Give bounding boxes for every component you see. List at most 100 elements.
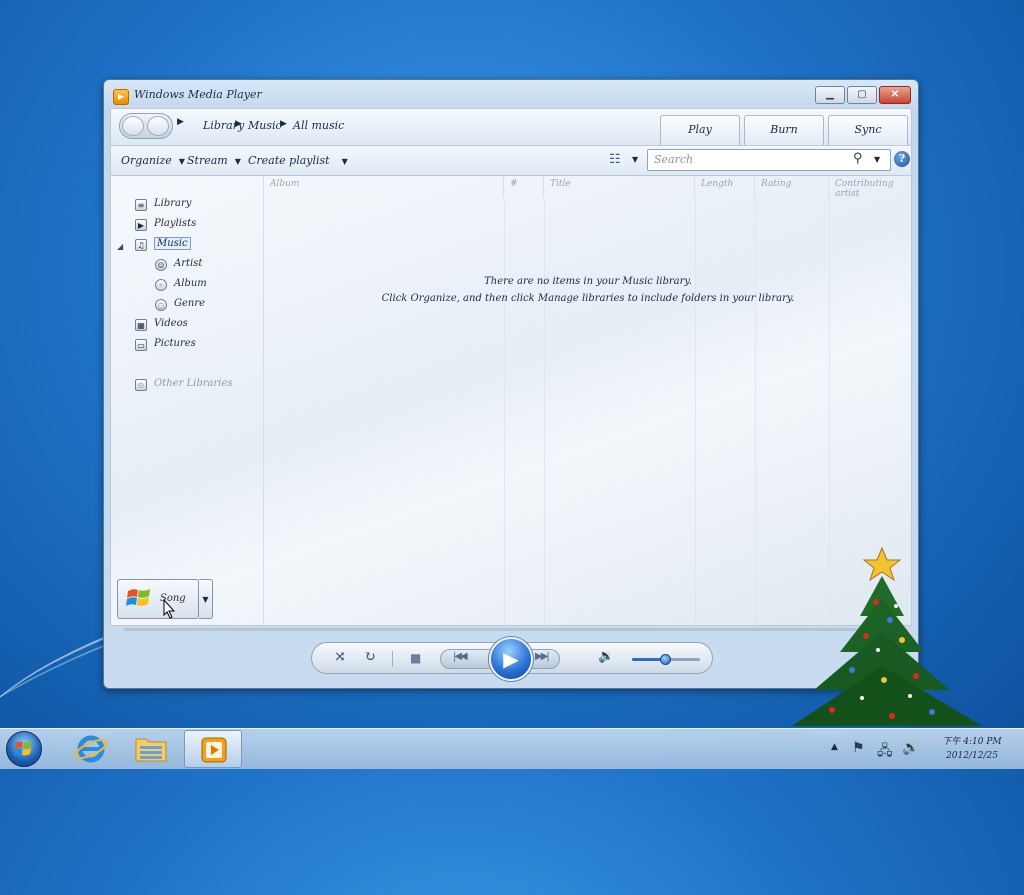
sidebar-item-artist[interactable]: ☺ Artist [155,258,202,274]
column-header-album[interactable]: Album [264,176,504,198]
play-button[interactable]: ▶ [489,637,533,681]
search-input[interactable]: Search [654,153,693,166]
christmas-tree-decoration [792,546,982,726]
create-playlist-menu[interactable]: Create playlist ▼ [248,154,348,167]
tab-sync[interactable]: Sync [828,115,908,145]
sidebar-item-label: Other Libraries [154,378,233,389]
chevron-down-icon: ▼ [341,157,348,166]
recent-pages-arrow-icon[interactable]: ▶ [177,117,184,127]
playlists-icon: ▶ [135,219,147,231]
empty-message-line-2: Click Organize, and then click Manage li… [381,293,795,304]
window-title: Windows Media Player [134,88,262,101]
chevron-down-icon[interactable]: ▼ [874,155,880,164]
windows-logo-icon [14,741,32,756]
minimize-button[interactable]: ▁ [815,86,845,104]
stop-icon[interactable]: ■ [410,651,421,665]
sidebar-item-label: Videos [154,318,188,329]
sidebar-item-pictures[interactable]: ▭ Pictures [135,338,196,354]
mute-speaker-icon[interactable]: 🔉 [598,649,614,664]
clock-date: 2012/12/25 [946,751,998,761]
show-hidden-icons-arrow-icon[interactable]: ▲ [831,742,838,752]
breadcrumb-music[interactable]: Music [248,119,282,132]
column-divider [544,198,545,626]
previous-track-icon[interactable]: |◀◀ [453,651,468,662]
stream-menu[interactable]: Stream ▼ [187,154,241,167]
sidebar-item-library[interactable]: ≡ Library [135,198,191,214]
music-note-icon: ♫ [135,239,147,251]
back-button[interactable] [122,116,144,136]
help-icon[interactable]: ? [894,151,910,167]
navigation-pane: ≡ Library ▶ Playlists ◢ ♫ Music ☺ Artist ◦ Al… [111,176,264,625]
sidebar-item-label: Pictures [154,338,196,349]
taskbar-internet-explorer[interactable] [62,730,120,768]
videos-icon: ▦ [135,319,147,331]
sidebar-item-other-libraries[interactable]: ⊙ Other Libraries [135,378,233,394]
internet-explorer-icon [74,735,108,763]
sidebar-item-music[interactable]: ♫ Music [135,237,191,254]
title-bar[interactable]: ▶ Windows Media Player ▁ ▢ ✕ [104,80,918,108]
organize-label: Organize [121,154,172,167]
next-track-icon[interactable]: ▶▶| [535,651,550,662]
breadcrumb-separator-icon[interactable]: ▶ [235,119,242,129]
playback-controls: ⤨ ↻ ■ |◀◀ ▶▶| ▶ 🔉 [311,637,713,681]
album-icon: ◦ [155,279,167,291]
network-icon[interactable]: 🖧 [877,740,893,764]
pictures-icon: ▭ [135,339,147,351]
action-center-flag-icon[interactable]: ⚑ [852,740,865,756]
sidebar-item-label: Album [174,278,207,289]
empty-library-message: There are no items in your Music library… [264,273,912,307]
volume-speaker-icon[interactable]: 🔊 [902,740,919,756]
play-icon: ▶ [503,647,519,671]
shuffle-icon[interactable]: ⤨ [334,649,346,665]
sidebar-item-label: Music [154,237,191,250]
view-options-icon[interactable]: ☷ [609,152,621,167]
system-clock[interactable]: 下午 4:10 PM 2012/12/25 [924,735,1020,763]
sidebar-item-label: Genre [174,298,206,309]
taskbar-windows-explorer[interactable] [122,730,180,768]
organize-menu[interactable]: Organize ▼ [121,154,185,167]
library-icon: ≡ [135,199,147,211]
back-forward-buttons [119,113,173,139]
sidebar-item-genre[interactable]: ◌ Genre [155,298,205,314]
chevron-down-icon[interactable]: ▼ [632,155,638,164]
chevron-down-icon: ▼ [178,157,185,166]
breadcrumb-separator-icon[interactable]: ▶ [280,119,287,129]
column-header-length[interactable]: Length [695,176,755,198]
command-bar: Organize ▼ Stream ▼ Create playlist ▼ ☷ ▼ S… [110,146,912,176]
seek-bar[interactable] [124,628,894,631]
volume-slider[interactable] [632,654,700,665]
sidebar-item-label: Playlists [154,218,197,229]
column-divider [695,198,696,626]
search-icon[interactable]: ⚲ [853,151,863,166]
taskbar: ▲ ⚑ 🖧 🔊 下午 4:10 PM 2012/12/25 [0,728,1024,769]
chevron-down-icon: ▼ [234,157,241,166]
sidebar-item-album[interactable]: ◦ Album [155,278,207,294]
start-button[interactable] [6,731,42,767]
navigation-bar: ▶ Library ▶ Music ▶ All music Play Burn … [110,108,912,146]
column-header-title[interactable]: Title [544,176,695,198]
stream-label: Stream [187,154,228,167]
column-divider [504,198,505,626]
volume-slider-thumb[interactable] [660,654,671,665]
clock-time: 下午 4:10 PM [942,737,1002,747]
tab-burn[interactable]: Burn [744,115,824,145]
switch-to-now-playing-button[interactable]: Song [117,579,199,619]
forward-button[interactable] [147,116,169,136]
sidebar-item-playlists[interactable]: ▶ Playlists [135,218,196,234]
taskbar-windows-media-player[interactable] [184,730,242,768]
search-box[interactable]: Search ⚲ ▼ [647,149,891,171]
column-header-contributing-artist[interactable]: Contributing artist [829,176,912,199]
repeat-icon[interactable]: ↻ [364,649,376,665]
column-header-rating[interactable]: Rating [755,176,829,198]
breadcrumb-all-music[interactable]: All music [293,119,344,132]
artist-icon: ☺ [155,259,167,271]
maximize-button[interactable]: ▢ [847,86,877,104]
close-button[interactable]: ✕ [879,86,911,104]
media-player-icon [201,737,227,763]
collapse-arrow-icon[interactable]: ◢ [117,242,123,251]
create-playlist-label: Create playlist [248,154,330,167]
sidebar-item-videos[interactable]: ▦ Videos [135,318,188,334]
now-playing-dropdown-arrow-icon[interactable]: ▼ [199,579,213,619]
column-header-number[interactable]: # [504,176,544,198]
tab-play[interactable]: Play [660,115,740,145]
